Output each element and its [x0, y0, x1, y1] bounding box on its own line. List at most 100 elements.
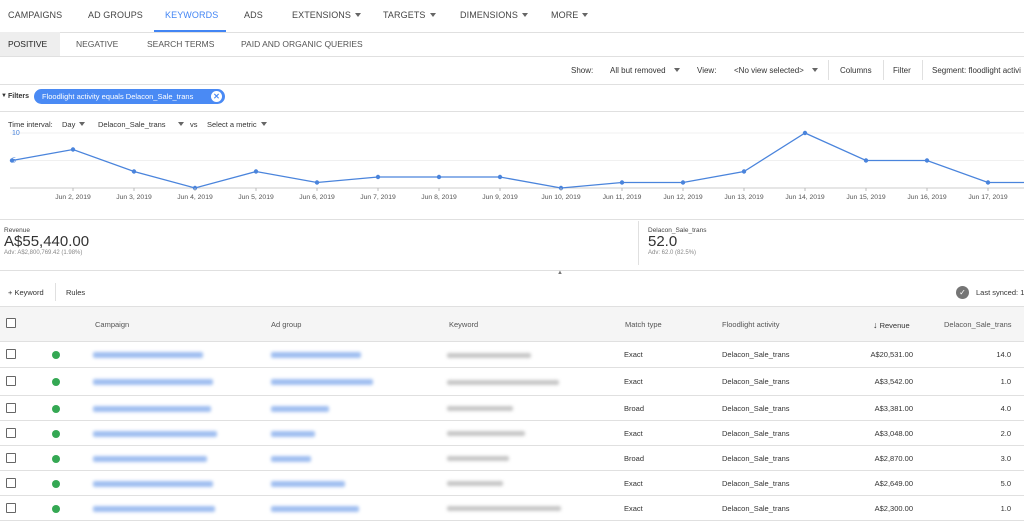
divider [0, 219, 1024, 220]
tab-keywords[interactable]: KEYWORDS [165, 10, 218, 20]
divider [0, 270, 1024, 271]
collapse-chart-icon[interactable]: ▲ [557, 270, 563, 276]
tab-extensions[interactable]: EXTENSIONS [292, 10, 362, 20]
campaign-link[interactable] [93, 379, 213, 385]
divider [55, 283, 56, 301]
metric-dropdown[interactable]: Delacon_Sale_trans [98, 120, 184, 129]
view-dropdown[interactable]: <No view selected> [734, 66, 818, 75]
y-tick-label: 10 [12, 130, 20, 137]
header-delacon-sale-trans[interactable]: Delacon_Sale_trans [944, 320, 1012, 329]
revenue-summary-adv: Adv: A$2,800,769.42 (1.98%) [4, 250, 83, 256]
data-point [741, 169, 747, 174]
metric-summary-value: 52.0 [648, 233, 678, 250]
row-checkbox[interactable] [6, 502, 16, 513]
x-tick-label: Jun 4, 2019 [177, 194, 213, 201]
tab-dimensions[interactable]: DIMENSIONS [460, 10, 529, 20]
tab-campaigns[interactable]: CAMPAIGNS [8, 10, 62, 20]
row-checkbox[interactable] [6, 452, 16, 463]
add-keyword-button[interactable]: + Keyword [8, 288, 44, 297]
table-header [0, 306, 1024, 342]
show-label: Show: [571, 66, 594, 75]
data-point [985, 180, 991, 185]
filter-chip-label: Floodlight activity equals Delacon_Sale_… [42, 92, 194, 101]
tab-ads[interactable]: ADS [244, 10, 263, 20]
header-match-type[interactable]: Match type [625, 320, 662, 329]
close-icon[interactable]: ✕ [211, 91, 222, 102]
vs-label: vs [190, 120, 198, 129]
divider [0, 56, 1024, 57]
ad-group-link[interactable] [271, 379, 373, 385]
compare-metric-dropdown[interactable]: Select a metric [207, 120, 267, 129]
x-tick-label: Jun 2, 2019 [55, 194, 91, 201]
subtab-paid-organic[interactable]: PAID AND ORGANIC QUERIES [241, 39, 363, 49]
header-floodlight[interactable]: Floodlight activity [722, 320, 780, 329]
divider [0, 111, 1024, 112]
ad-group-link[interactable] [271, 430, 315, 437]
ad-group-link[interactable] [271, 505, 359, 512]
show-dropdown[interactable]: All but removed [610, 66, 680, 75]
keyword-text [447, 379, 559, 385]
campaign-link[interactable] [93, 455, 207, 462]
chevron-down-icon [522, 13, 529, 17]
last-synced-text: Last synced: 1 [976, 288, 1024, 297]
subtab-positive[interactable]: POSITIVE [8, 39, 47, 49]
tab-ad-groups[interactable]: AD GROUPS [88, 10, 143, 20]
filter-chip[interactable]: Floodlight activity equals Delacon_Sale_… [34, 89, 225, 104]
row-checkbox[interactable] [6, 349, 16, 359]
floodlight-cell: Delacon_Sale_trans [722, 478, 790, 488]
tab-more-label: MORE [551, 10, 579, 20]
status-enabled-icon [52, 351, 60, 359]
campaign-link[interactable] [93, 405, 211, 412]
filter-button[interactable]: Filter [893, 66, 911, 75]
view-dropdown-value: <No view selected> [734, 66, 804, 75]
delacon-sale-trans-cell: 5.0 [1000, 478, 1011, 488]
campaign-link[interactable] [93, 505, 215, 512]
x-tick-label: Jun 12, 2019 [663, 194, 703, 201]
header-ad-group[interactable]: Ad group [271, 320, 301, 329]
revenue-cell: A$2,300.00 [874, 503, 913, 513]
row-checkbox[interactable] [6, 427, 16, 438]
campaign-link[interactable] [93, 430, 217, 437]
ad-group-link[interactable] [271, 352, 361, 358]
ad-group-link[interactable] [271, 455, 311, 462]
tab-dimensions-label: DIMENSIONS [460, 10, 519, 20]
row-checkbox[interactable] [6, 376, 16, 386]
header-campaign[interactable]: Campaign [95, 320, 129, 329]
header-revenue[interactable]: ↓ Revenue [873, 320, 910, 330]
subtab-negative[interactable]: NEGATIVE [76, 39, 118, 49]
columns-button[interactable]: Columns [840, 66, 872, 75]
match-type-cell: Exact [624, 428, 643, 438]
campaign-link[interactable] [93, 480, 213, 487]
header-revenue-label: Revenue [879, 321, 910, 330]
segment-button[interactable]: Segment: floodlight activi [932, 66, 1021, 75]
delacon-sale-trans-cell: 14.0 [996, 350, 1011, 359]
header-keyword[interactable]: Keyword [449, 320, 478, 329]
row-checkbox[interactable] [6, 477, 16, 488]
revenue-cell: A$20,531.00 [870, 350, 913, 359]
x-tick-label: Jun 5, 2019 [238, 194, 274, 201]
match-type-cell: Exact [624, 503, 643, 513]
status-enabled-icon [52, 479, 60, 488]
revenue-cell: A$3,048.00 [874, 428, 913, 438]
keyword-text [447, 456, 509, 461]
show-dropdown-value: All but removed [610, 66, 666, 75]
tab-targets[interactable]: TARGETS [383, 10, 436, 20]
x-tick-label: Jun 14, 2019 [785, 194, 825, 201]
select-all-checkbox[interactable] [6, 318, 16, 328]
tab-more[interactable]: MORE [551, 10, 589, 20]
floodlight-cell: Delacon_Sale_trans [722, 377, 790, 386]
row-checkbox[interactable] [6, 402, 16, 413]
ad-group-link[interactable] [271, 480, 345, 487]
ad-group-link[interactable] [271, 405, 329, 412]
performance-line-chart: 510Jun 2, 2019Jun 3, 2019Jun 4, 2019Jun … [9, 130, 1024, 201]
filters-toggle-icon[interactable]: ▼ [1, 93, 7, 99]
match-type-cell: Exact [624, 377, 643, 386]
rules-button[interactable]: Rules [66, 288, 85, 297]
campaign-link[interactable] [93, 352, 203, 358]
interval-dropdown[interactable]: Day [62, 120, 86, 129]
divider [0, 520, 1024, 521]
subtab-search-terms[interactable]: SEARCH TERMS [147, 39, 214, 49]
chevron-down-icon [429, 13, 436, 17]
divider [638, 221, 639, 265]
x-tick-label: Jun 13, 2019 [724, 194, 764, 201]
